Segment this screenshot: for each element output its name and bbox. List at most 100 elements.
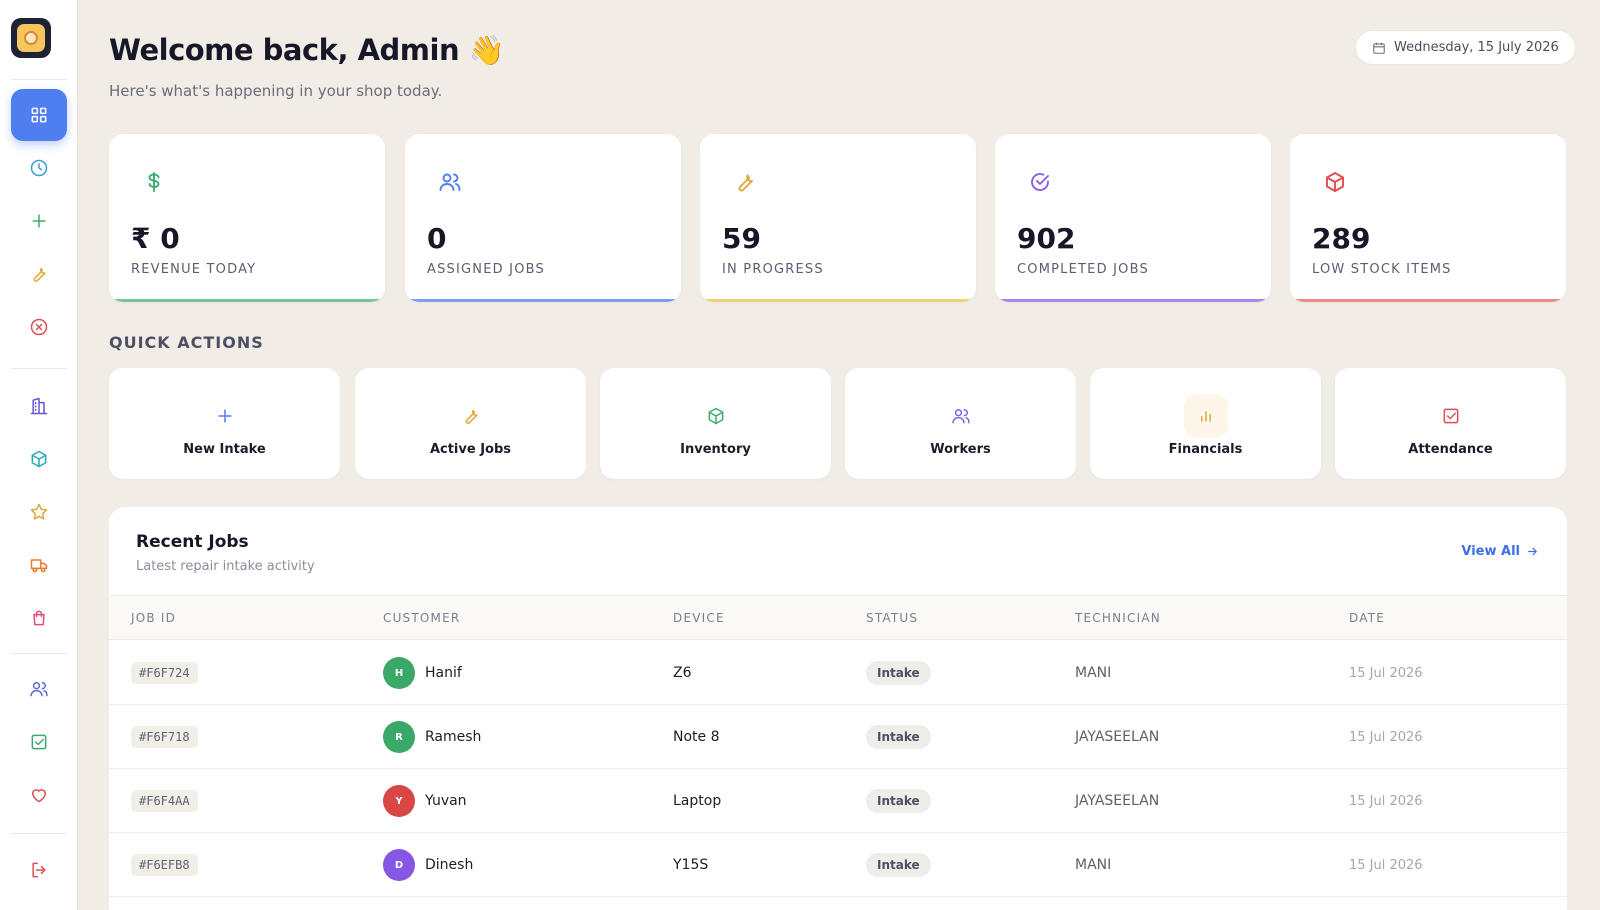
table-row[interactable]: #F6F4AA Y Yuvan Laptop Intake JAYASEELAN… [109, 769, 1567, 833]
stat-value: 902 [1017, 222, 1076, 255]
building-icon [30, 397, 48, 415]
quick-action-new-intake[interactable]: New Intake [109, 368, 340, 479]
quick-action-inventory[interactable]: Inventory [600, 368, 831, 479]
stat-card: ₹ 0 REVENUE TODAY [109, 134, 385, 302]
bag-icon [33, 610, 45, 626]
table-row[interactable]: #F6F724 H Hanif Z6 Intake MANI 15 Jul 20… [109, 641, 1567, 705]
star-icon [30, 503, 48, 520]
quick-action-workers[interactable]: Workers [845, 368, 1076, 479]
sidebar-item-history[interactable] [11, 142, 67, 194]
column-header[interactable]: DATE [1349, 611, 1385, 625]
sidebar-item-dashboard[interactable] [11, 89, 67, 141]
device-name: Z6 [673, 665, 692, 681]
sidebar [0, 0, 78, 910]
stat-card: 0 ASSIGNED JOBS [405, 134, 681, 302]
job-date: 15 Jul 2026 [1349, 857, 1423, 873]
avatar: R [383, 721, 415, 753]
column-header[interactable]: CUSTOMER [383, 611, 460, 625]
plus-icon [217, 409, 232, 423]
clock-icon [30, 159, 48, 177]
view-all-label: View All [1461, 544, 1520, 559]
sidebar-item-new-intake[interactable] [11, 195, 67, 247]
sidebar-item-attendance[interactable] [11, 716, 67, 768]
quick-action-label: Attendance [1408, 442, 1493, 457]
box-icon [31, 450, 47, 468]
customer-name: Ramesh [425, 729, 482, 745]
job-id[interactable]: #F6F718 [131, 726, 198, 748]
sidebar-item-jobs[interactable] [11, 248, 67, 300]
job-id[interactable]: #F6F4AA [131, 790, 198, 812]
logout-icon [32, 862, 46, 878]
quick-action-financials[interactable]: Financials [1090, 368, 1321, 479]
stat-value: 289 [1312, 222, 1371, 255]
recent-jobs-title: Recent Jobs [136, 532, 249, 552]
wrench-icon [465, 409, 478, 424]
wrench-icon [738, 174, 753, 192]
sidebar-divider [11, 368, 67, 369]
sidebar-item-shop[interactable] [11, 380, 67, 432]
status-badge: Intake [866, 661, 931, 685]
column-header[interactable]: STATUS [866, 611, 918, 625]
customer-name: Yuvan [425, 793, 467, 809]
table-row[interactable]: #F6EFB8 D Dinesh Y15S Intake MANI 15 Jul… [109, 833, 1567, 897]
quick-action-active-jobs[interactable]: Active Jobs [355, 368, 586, 479]
technician-name: MANI [1075, 857, 1112, 873]
sidebar-item-delivery[interactable] [11, 539, 67, 591]
sidebar-item-favorites[interactable] [11, 486, 67, 538]
table-row[interactable]: #F6F718 R Ramesh Note 8 Intake JAYASEELA… [109, 705, 1567, 769]
column-header[interactable]: DEVICE [673, 611, 725, 625]
stat-value: 59 [722, 222, 761, 255]
sidebar-item-cancelled[interactable] [11, 301, 67, 353]
stat-accent-bar [700, 299, 976, 302]
table-header: JOB ID CUSTOMER DEVICE STATUS TECHNICIAN DATE [109, 595, 1567, 640]
avatar: H [383, 657, 415, 689]
view-all-link[interactable]: View All [1461, 544, 1539, 559]
heart-icon [32, 789, 46, 803]
check-square-icon [1443, 408, 1458, 424]
page-title: Welcome back, Admin 👋 [109, 33, 505, 67]
sidebar-item-wishlist[interactable] [11, 769, 67, 821]
quick-action-label: Financials [1168, 442, 1243, 457]
technician-name: JAYASEELAN [1075, 729, 1160, 745]
current-date: Wednesday, 15 July 2026 [1394, 40, 1559, 55]
stat-card: 289 LOW STOCK ITEMS [1290, 134, 1566, 302]
sidebar-divider [11, 653, 67, 654]
technician-name: MANI [1075, 665, 1112, 681]
customer-name: Hanif [425, 665, 462, 681]
sidebar-item-inventory[interactable] [11, 433, 67, 485]
stat-label: IN PROGRESS [722, 262, 824, 277]
quick-actions-title: QUICK ACTIONS [109, 333, 264, 352]
stat-accent-bar [109, 299, 385, 302]
status-badge: Intake [866, 789, 931, 813]
box-icon [708, 407, 723, 425]
column-header[interactable]: JOB ID [131, 611, 176, 625]
sidebar-divider [11, 833, 67, 834]
stat-label: COMPLETED JOBS [1017, 262, 1149, 277]
quick-action-attendance[interactable]: Attendance [1335, 368, 1566, 479]
column-header[interactable]: TECHNICIAN [1075, 611, 1161, 625]
grid-icon [31, 107, 47, 123]
box-icon [1326, 172, 1344, 192]
check-square-icon [31, 734, 47, 750]
job-id[interactable]: #F6F724 [131, 662, 198, 684]
stat-label: REVENUE TODAY [131, 262, 257, 277]
stat-value: ₹ 0 [131, 222, 180, 255]
stat-label: LOW STOCK ITEMS [1312, 262, 1452, 277]
device-name: Note 8 [673, 729, 720, 745]
users-icon [439, 173, 461, 191]
sidebar-item-logout[interactable] [11, 844, 67, 896]
status-badge: Intake [866, 853, 931, 877]
app-logo[interactable] [11, 18, 51, 58]
stat-card: 902 COMPLETED JOBS [995, 134, 1271, 302]
quick-action-label: Inventory [680, 442, 751, 457]
users-icon [30, 682, 48, 697]
stat-accent-bar [995, 299, 1271, 302]
technician-name: JAYASEELAN [1075, 793, 1160, 809]
bar-chart-icon [1200, 411, 1211, 422]
quick-action-label: Active Jobs [429, 442, 512, 457]
job-date: 15 Jul 2026 [1349, 729, 1423, 745]
check-circle-icon [1031, 173, 1049, 191]
sidebar-item-workers[interactable] [11, 663, 67, 715]
sidebar-item-shopping[interactable] [11, 592, 67, 644]
job-id[interactable]: #F6EFB8 [131, 854, 198, 876]
